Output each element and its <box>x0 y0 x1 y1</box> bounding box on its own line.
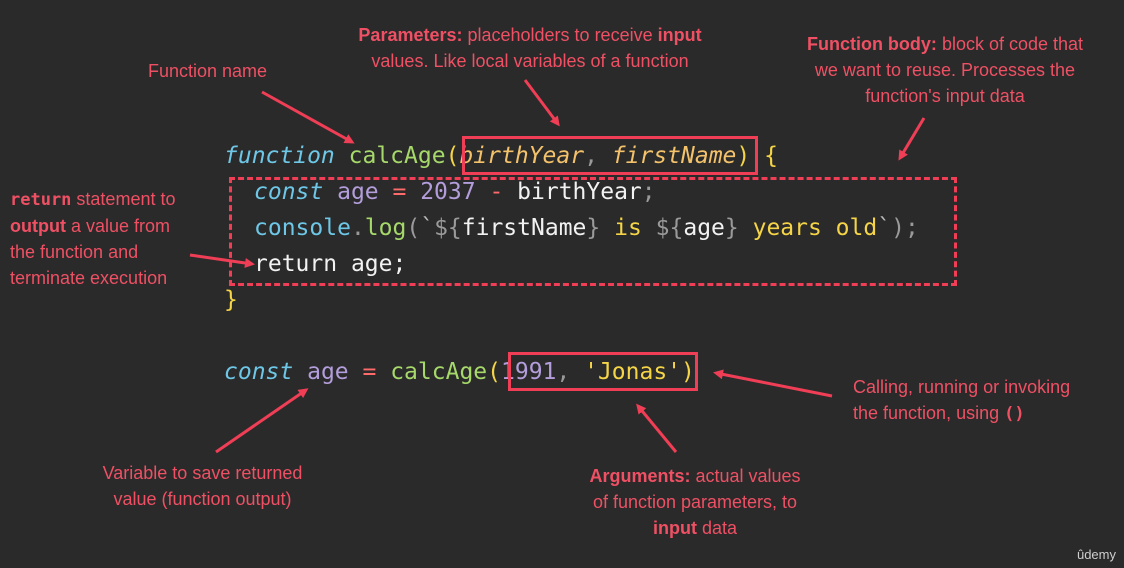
parameters-arrow <box>523 79 560 127</box>
calling-arrow <box>713 369 833 398</box>
function-body-arrow <box>898 117 926 161</box>
udemy-logo: ûdemy <box>1076 547 1116 562</box>
variable-arrow <box>215 388 309 454</box>
function-name-arrow <box>261 90 355 144</box>
return-arrow <box>189 253 255 268</box>
arguments-arrow <box>636 403 678 453</box>
annotation-arrows <box>189 79 926 454</box>
